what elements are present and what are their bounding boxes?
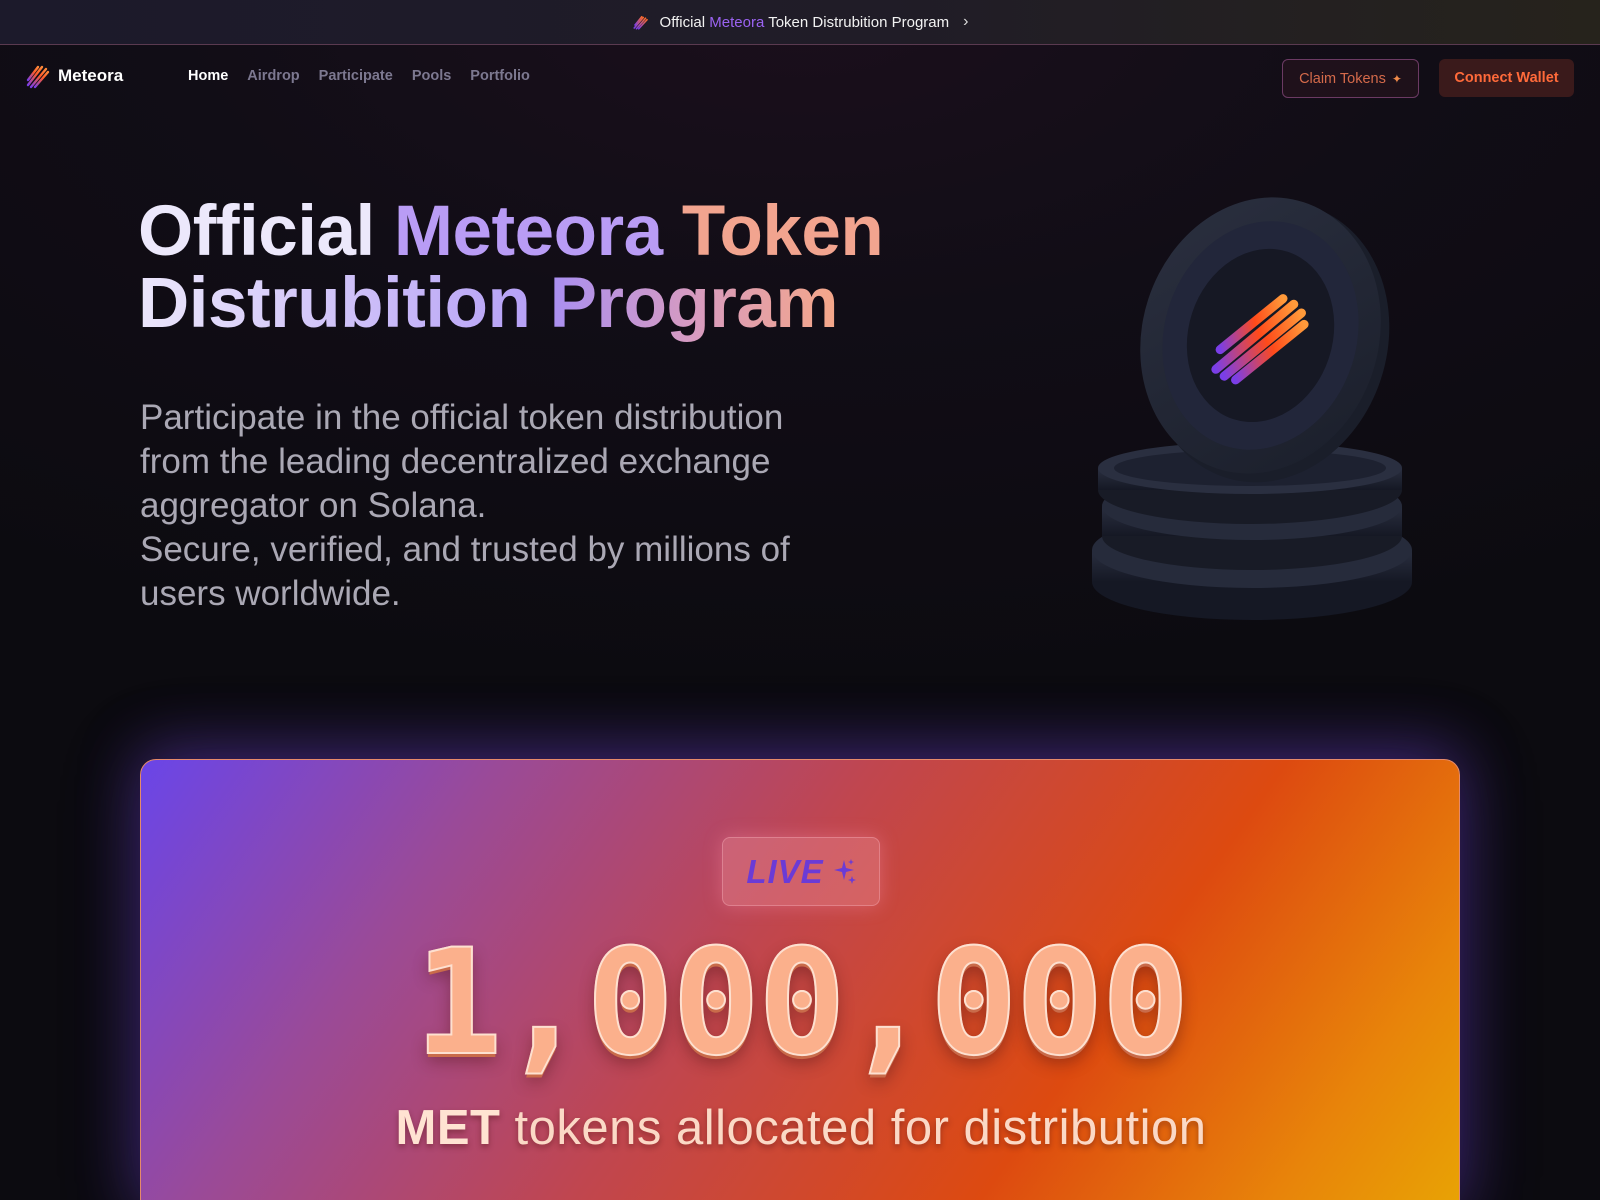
sparkle-icon [833,858,856,884]
nav-link-airdrop[interactable]: Airdrop [247,68,299,84]
allocation-caption: MET tokens allocated for distribution [141,1100,1459,1156]
announcement-highlight: Meteora [709,13,765,31]
hero-title: Official Meteora Token Distrubition Prog… [138,192,884,343]
meteora-logo-icon [26,65,50,89]
live-badge-label: LIVE [746,852,824,890]
distribution-card: LIVE 1,000,000 MET tokens allocated for d… [140,759,1460,1200]
top-nav: Meteora Home Airdrop Participate Pools P… [0,45,1600,111]
announcement-bar[interactable]: Official Meteora Token Distrubition Prog… [0,0,1600,45]
connect-wallet-button[interactable]: Connect Wallet [1439,59,1574,97]
announcement-text: Official Meteora Token Distrubition Prog… [659,13,950,31]
sparkle-icon: ✦ [1391,71,1402,86]
nav-link-portfolio[interactable]: Portfolio [470,68,530,84]
nav-link-pools[interactable]: Pools [412,68,451,84]
nav-link-home[interactable]: Home [188,68,228,84]
nav-link-participate[interactable]: Participate [319,68,393,84]
brand[interactable]: Meteora [26,63,123,89]
brand-name: Meteora [58,66,124,85]
live-badge: LIVE [722,837,880,906]
connect-wallet-label: Connect Wallet [1454,70,1559,86]
hero-subtitle-line: Secure, verified, and trusted by million… [140,530,790,613]
claim-tokens-label: Claim Tokens [1299,70,1386,87]
nav-links: Home Airdrop Participate Pools Portfolio [188,68,530,84]
hero-subtitle-line: Participate in the official token distri… [140,398,784,525]
meteora-logo-icon [632,15,648,30]
token-symbol: MET [395,1101,501,1155]
chevron-right-icon: › [963,13,969,30]
coin-stack-illustration [1092,197,1412,620]
claim-tokens-button[interactable]: Claim Tokens ✦ [1282,59,1419,98]
token-amount: 1,000,000 [141,927,1459,1079]
hero-subtitle: Participate in the official token distri… [140,396,860,616]
allocation-text: tokens allocated for distribution [514,1101,1207,1155]
